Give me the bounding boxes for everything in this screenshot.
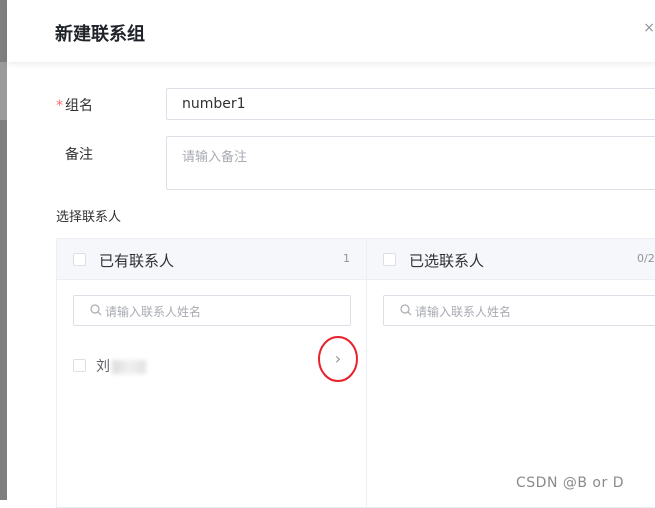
right-panel-title: 已选联系人	[409, 252, 485, 270]
left-select-all-checkbox[interactable]	[73, 253, 86, 266]
left-panel-header: 已有联系人 1	[57, 239, 366, 280]
dialog-header: 新建联系组 ×	[7, 0, 655, 62]
chevron-right-icon: ›	[335, 349, 341, 368]
remark-textarea[interactable]: 请输入备注	[166, 136, 655, 190]
contact-item-name[interactable]: 刘	[96, 356, 146, 376]
transfer-right-panel: 已选联系人 0/20 请输入联系人姓名	[366, 238, 655, 508]
right-select-all-checkbox[interactable]	[383, 253, 396, 266]
watermark: CSDN @B or D	[516, 475, 624, 491]
move-right-button[interactable]: ›	[318, 335, 358, 383]
dialog-title: 新建联系组	[55, 24, 145, 45]
left-panel-title: 已有联系人	[99, 252, 175, 270]
search-icon	[400, 304, 412, 316]
redacted-text	[112, 360, 146, 374]
overlay-segment	[0, 62, 7, 120]
left-search-input[interactable]: 请输入联系人姓名	[73, 295, 351, 326]
required-mark: *	[56, 98, 63, 114]
select-contacts-label: 选择联系人	[56, 210, 122, 225]
group-name-label: * 组名	[56, 95, 93, 115]
remark-label: 备注	[65, 147, 93, 163]
right-search-placeholder: 请输入联系人姓名	[415, 305, 512, 319]
contact-item-checkbox[interactable]	[73, 359, 86, 372]
remark-placeholder: 请输入备注	[182, 150, 248, 165]
right-panel-header: 已选联系人 0/20	[367, 239, 655, 280]
background-overlay-strip	[0, 0, 7, 500]
close-icon[interactable]: ×	[643, 20, 655, 36]
group-name-input[interactable]: number1	[166, 88, 655, 120]
group-name-label-text: 组名	[65, 98, 93, 114]
left-panel-count: 1	[343, 252, 350, 265]
left-search-placeholder: 请输入联系人姓名	[105, 305, 202, 319]
right-panel-count: 0/20	[637, 252, 655, 265]
right-search-input[interactable]: 请输入联系人姓名	[383, 295, 655, 326]
search-icon	[90, 304, 102, 316]
group-name-value: number1	[182, 96, 246, 112]
contact-name-text: 刘	[96, 359, 110, 375]
